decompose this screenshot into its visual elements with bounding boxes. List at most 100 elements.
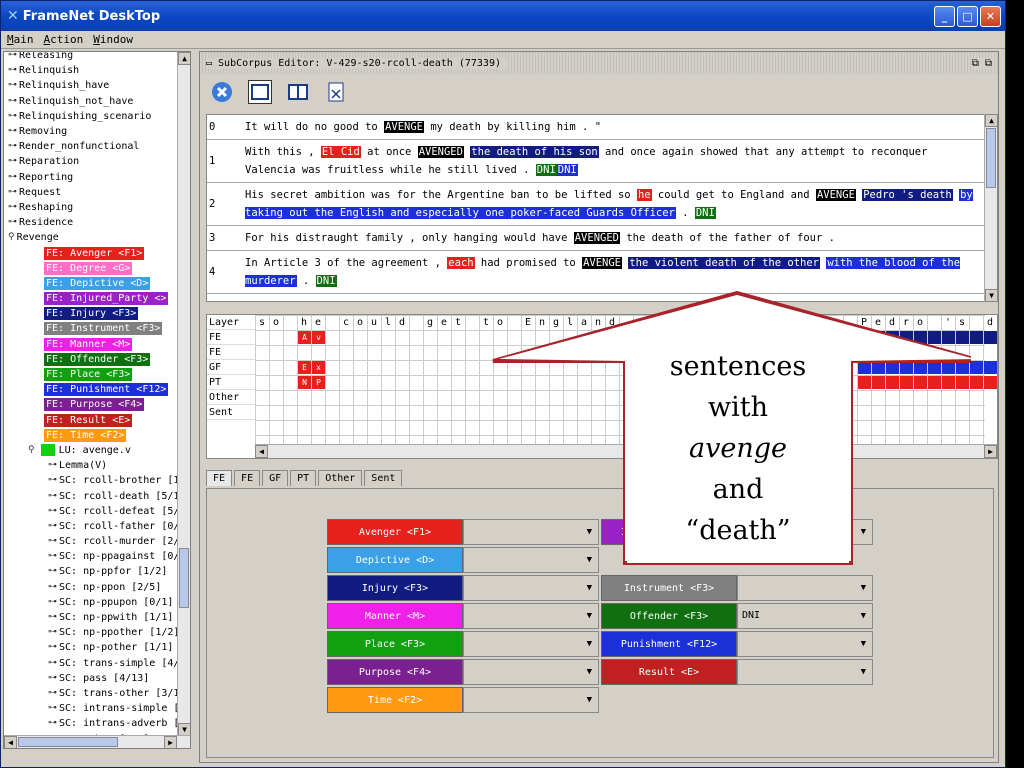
annotated-span[interactable]: AVENGE bbox=[815, 189, 856, 201]
single-view-icon[interactable] bbox=[248, 80, 272, 104]
grid-cell[interactable]: N bbox=[298, 376, 311, 389]
fe-value-combo[interactable]: ▼ bbox=[737, 575, 873, 601]
fe-assign-button[interactable]: Offender <F3> bbox=[601, 603, 737, 629]
tree-sc-item[interactable]: ⊶ SC: np-ppagainst [0/ bbox=[4, 549, 179, 564]
delete-icon[interactable] bbox=[324, 80, 348, 104]
scroll-right-arrow[interactable]: ▶ bbox=[164, 736, 177, 748]
tree-sc-item[interactable]: ⊶ SC: np-pother [1/1] bbox=[4, 640, 178, 655]
grid-cell[interactable]: v bbox=[312, 331, 325, 344]
grid-cell[interactable] bbox=[970, 331, 983, 344]
tree-sc-item[interactable]: ⊶ SC: rcoll-murder [2/ bbox=[4, 534, 179, 549]
annotated-span[interactable]: he bbox=[636, 189, 652, 201]
grid-cell[interactable] bbox=[984, 376, 997, 389]
fe-assign-button[interactable]: Manner <M> bbox=[327, 603, 463, 629]
annotated-span[interactable]: Pedro 's death bbox=[862, 189, 953, 201]
chevron-down-icon[interactable]: ▼ bbox=[861, 576, 866, 600]
layer-tab[interactable]: GF bbox=[262, 470, 289, 486]
tree-frame-item[interactable]: ⊶ Render_nonfunctional bbox=[4, 139, 178, 154]
undock-icon[interactable]: ⧉ ⧉ bbox=[971, 57, 992, 69]
sentence-scroll-thumb[interactable] bbox=[986, 128, 996, 188]
layer-tab[interactable]: Other bbox=[318, 470, 363, 486]
chevron-down-icon[interactable]: ▼ bbox=[861, 660, 866, 684]
chevron-down-icon[interactable]: ▼ bbox=[861, 632, 866, 656]
chevron-down-icon[interactable]: ▼ bbox=[587, 660, 592, 684]
tree-frame-item[interactable]: ⊶ Relinquishing_scenario bbox=[4, 109, 178, 124]
tree-frame-item[interactable]: ⊶ Residence bbox=[4, 215, 178, 230]
annotated-span[interactable]: El Cid bbox=[320, 146, 361, 158]
maximize-button[interactable]: □ bbox=[957, 6, 978, 27]
tree-frame-item[interactable]: ⚲ Revenge bbox=[4, 230, 178, 245]
tree-horizontal-scrollbar[interactable]: ◀ ▶ bbox=[4, 735, 190, 748]
fe-value-combo[interactable]: ▼ bbox=[463, 659, 599, 685]
annotated-span[interactable]: AVENGE bbox=[384, 121, 425, 133]
tree-sc-item[interactable]: ⊶ SC: intrans-adverb [ bbox=[4, 716, 179, 731]
tree-fe-item[interactable]: FE: Instrument <F3> bbox=[4, 321, 178, 336]
sentence-row[interactable]: 2 His secret ambition was for the Argenti… bbox=[207, 183, 997, 226]
annotated-span[interactable]: each bbox=[447, 257, 475, 269]
fe-assign-button[interactable]: Avenger <F1> bbox=[327, 519, 463, 545]
tree-fe-item[interactable]: FE: Injured_Party <> bbox=[4, 291, 178, 306]
tree-fe-item[interactable]: FE: Place <F3> bbox=[4, 367, 178, 382]
layer-tab[interactable]: FE bbox=[234, 470, 261, 486]
tree-fe-item[interactable]: FE: Punishment <F12> bbox=[4, 382, 178, 397]
sentence-row[interactable]: 0 It will do no good to AVENGE my death b… bbox=[207, 115, 997, 140]
fe-assign-button[interactable]: Time <F2> bbox=[327, 687, 463, 713]
layer-tab[interactable]: FE bbox=[206, 470, 233, 486]
grid-cell[interactable]: E bbox=[298, 361, 311, 374]
tree-fe-item[interactable]: FE: Result <E> bbox=[4, 413, 178, 428]
chevron-down-icon[interactable]: ▼ bbox=[587, 576, 592, 600]
fe-value-combo[interactable]: ▼ bbox=[463, 603, 599, 629]
hscroll-thumb[interactable] bbox=[18, 737, 118, 747]
grid-cell[interactable] bbox=[984, 331, 997, 344]
tree-lemma-item[interactable]: ⊶ Lemma(V) bbox=[4, 458, 178, 473]
tree-fe-item[interactable]: FE: Injury <F3> bbox=[4, 306, 178, 321]
fe-assign-button[interactable]: Depictive <D> bbox=[327, 547, 463, 573]
scroll-up-arrow[interactable]: ▲ bbox=[178, 52, 190, 65]
tree-fe-item[interactable]: FE: Time <F2> bbox=[4, 428, 178, 443]
chevron-down-icon[interactable]: ▼ bbox=[587, 604, 592, 628]
fe-value-combo[interactable]: ▼ bbox=[737, 659, 873, 685]
tree-vertical-scrollbar[interactable]: ▲ ▼ bbox=[177, 52, 190, 736]
grid-scroll-left[interactable]: ◀ bbox=[255, 445, 268, 458]
fe-value-combo[interactable]: DNI ▼ bbox=[737, 603, 873, 629]
grid-scroll-right[interactable]: ▶ bbox=[984, 445, 997, 458]
fe-value-combo[interactable]: ▼ bbox=[463, 687, 599, 713]
tree-sc-item[interactable]: ⊶ SC: rcoll-father [0/ bbox=[4, 519, 179, 534]
frame-tree[interactable]: ⊶ Releasing ⊶ Relinquish ⊶ Relinquish_have ⊶ Re… bbox=[3, 51, 191, 749]
tree-frame-item[interactable]: ⊶ Relinquish_not_have bbox=[4, 94, 178, 109]
annotated-span[interactable]: DNI bbox=[694, 207, 716, 219]
annotated-span[interactable]: AVENGED bbox=[417, 146, 464, 158]
grid-cell[interactable] bbox=[970, 361, 983, 374]
minimize-button[interactable]: _ bbox=[934, 6, 955, 27]
annotated-span[interactable]: DNI bbox=[535, 164, 557, 176]
tree-sc-item[interactable]: ⊶ SC: rcoll-death [5/1 bbox=[4, 488, 179, 503]
tree-sc-item[interactable]: ⊶ SC: trans-other [3/1 bbox=[4, 686, 179, 701]
sentence-list[interactable]: 0 It will do no good to AVENGE my death b… bbox=[206, 114, 998, 302]
grid-cell[interactable]: P bbox=[312, 376, 325, 389]
tree-fe-item[interactable]: FE: Purpose <F4> bbox=[4, 397, 178, 412]
sentence-row[interactable]: 1 With this , El Cid at once AVENGED the … bbox=[207, 140, 997, 183]
tree-sc-item[interactable]: ⊶ SC: np-ppother [1/2] bbox=[4, 625, 179, 640]
sentence-scroll-down[interactable]: ▼ bbox=[985, 289, 998, 302]
grid-cell[interactable]: A bbox=[298, 331, 311, 344]
tree-sc-item[interactable]: ⊶ SC: intrans-simple [ bbox=[4, 701, 179, 716]
tree-fe-item[interactable]: FE: Degree <G> bbox=[4, 261, 178, 276]
split-view-icon[interactable] bbox=[286, 80, 310, 104]
tree-sc-item[interactable]: ⊶ SC: pass [4/13] bbox=[4, 671, 178, 686]
tree-frame-item[interactable]: ⊶ Relinquish_have bbox=[4, 78, 178, 93]
tree-frame-item[interactable]: ⊶ Releasing bbox=[4, 52, 178, 63]
tree-frame-item[interactable]: ⊶ Reparation bbox=[4, 154, 178, 169]
annotated-span[interactable]: DNI bbox=[556, 164, 578, 176]
menu-main[interactable]: Main bbox=[7, 33, 34, 46]
fe-assign-button[interactable]: Result <E> bbox=[601, 659, 737, 685]
tree-lu-item[interactable]: ⚲ LU: avenge.v bbox=[4, 443, 178, 458]
annotated-span[interactable]: the violent death of the other bbox=[628, 257, 820, 269]
tree-fe-item[interactable]: FE: Depictive <D> bbox=[4, 276, 178, 291]
cancel-icon[interactable] bbox=[210, 80, 234, 104]
tree-sc-item[interactable]: ⊶ SC: rcoll-defeat [5/ bbox=[4, 504, 179, 519]
tree-sc-item[interactable]: ⊶ SC: np-ppupon [0/1] bbox=[4, 595, 178, 610]
annotated-span[interactable]: DNI bbox=[315, 275, 337, 287]
tree-sc-item[interactable]: ⊶ SC: rcoll-brother [1/ bbox=[4, 473, 185, 488]
fe-assign-button[interactable]: Instrument <F3> bbox=[601, 575, 737, 601]
chevron-down-icon[interactable]: ▼ bbox=[587, 632, 592, 656]
